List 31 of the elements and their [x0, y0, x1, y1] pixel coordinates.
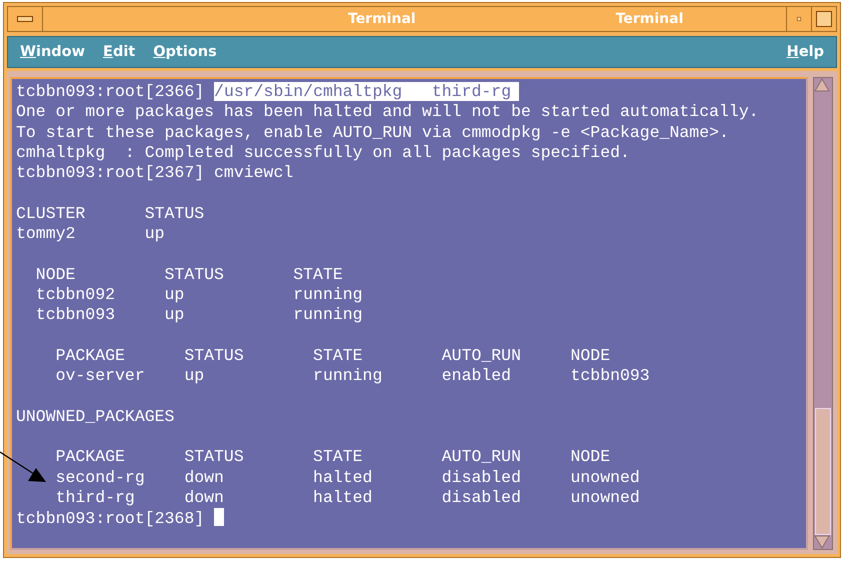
menu-item[interactable]: Edit [103, 44, 136, 60]
terminal-line: To start these packages, enable AUTO_RUN via cmmodpkg -e <Package_Name>. [16, 122, 729, 142]
terminal-line: tcbbn092 up running [34, 284, 363, 304]
terminal-line: ov-server up running enabled tcbbn093 [54, 366, 650, 386]
terminal-line: UNOWNED_PACKAGES [16, 406, 174, 426]
terminal-line: tcbbn093:root[2366] [16, 82, 206, 101]
selected-command: /usr/sbin/cmhaltpkg third-rg [214, 82, 520, 101]
window-title: Terminal [616, 11, 684, 27]
scrollbar[interactable] [813, 77, 833, 550]
terminal-line: tcbbn093:root[2368] [16, 509, 206, 528]
scroll-down-arrow-icon[interactable] [814, 535, 830, 549]
minimize-icon [797, 17, 801, 21]
maximize-icon [816, 11, 832, 27]
terminal-line: CLUSTER STATUS [16, 204, 204, 223]
window-title: Terminal [348, 11, 416, 27]
terminal-line: tcbbn093:root[2367] cmviewcl [16, 163, 294, 182]
terminal-line: One or more packages has been halted and will not be started automatically. [16, 102, 759, 122]
terminal-line: PACKAGE STATUS STATE AUTO_RUN NODE [54, 447, 610, 466]
menu-item[interactable]: Help [786, 44, 824, 60]
terminal-line: tcbbn093 up running [34, 305, 363, 324]
terminal-line: cmhaltpkg : Completed successfully on all packages specified. [16, 142, 630, 162]
terminal-output[interactable] [10, 77, 808, 550]
terminal-line: tommy2 up [16, 224, 165, 244]
terminal-line: third-rg down halted disabled unowned [54, 488, 640, 507]
menu-item[interactable]: Window [20, 44, 86, 60]
scroll-up-arrow-icon[interactable] [814, 78, 830, 92]
menu-item[interactable]: Options [153, 44, 217, 60]
terminal-line: NODE STATUS STATE [34, 264, 343, 284]
terminal-line: PACKAGE STATUS STATE AUTO_RUN NODE [54, 346, 610, 365]
terminal-line: second-rg down halted disabled unowned [54, 468, 640, 487]
window-menu-icon [17, 16, 33, 22]
